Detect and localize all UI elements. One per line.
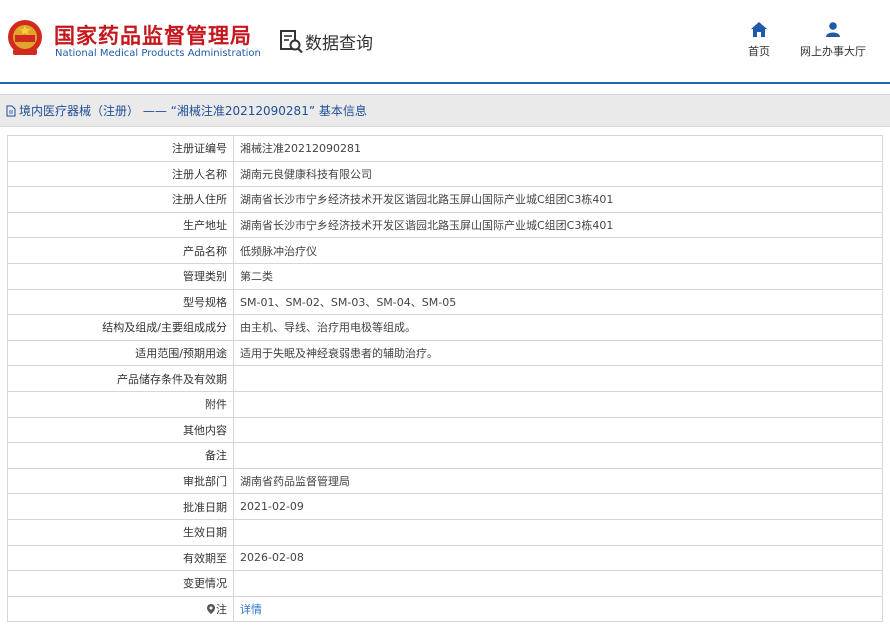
field-label: 管理类别 <box>7 262 234 290</box>
field-label: 产品名称 <box>7 237 234 264</box>
field-value: 2026-02-08 <box>233 544 883 572</box>
field-label: 适用范围/预期用途 <box>7 339 234 367</box>
field-value: 详情 <box>233 595 883 623</box>
field-label: 产品储存条件及有效期 <box>7 365 234 392</box>
field-value: 由主机、导线、治疗用电极等组成。 <box>233 314 883 341</box>
site-name-cn: 国家药品监督管理局 <box>54 24 252 48</box>
field-label: 注册证编号 <box>7 135 234 162</box>
table-row: 适用范围/预期用途 适用于失眠及神经衰弱患者的辅助治疗。 <box>7 339 883 367</box>
table-row: 注册人住所 湖南省长沙市宁乡经济技术开发区谐园北路玉屏山国际产业城C组团C3栋40… <box>7 186 883 213</box>
table-row: 管理类别 第二类 <box>7 262 883 290</box>
field-value: 2021-02-09 <box>233 493 883 520</box>
table-row-note: 注 详情 <box>7 595 883 623</box>
table-row: 结构及组成/主要组成成分 由主机、导线、治疗用电极等组成。 <box>7 314 883 341</box>
table-row: 注册人名称 湖南元良健康科技有限公司 <box>7 160 883 188</box>
record-title-bar: 境内医疗器械（注册） —— “湘械注准20212090281” 基本信息 <box>0 94 890 127</box>
data-query-icon <box>280 30 303 54</box>
field-label: 审批部门 <box>7 467 234 495</box>
field-value: 湖南省药品监督管理局 <box>233 467 883 495</box>
note-label: 注 <box>216 602 227 616</box>
field-value: 低频脉冲治疗仪 <box>233 237 883 264</box>
field-value <box>233 390 883 418</box>
table-row: 有效期至 2026-02-08 <box>7 544 883 572</box>
field-label: 注 <box>7 595 234 623</box>
field-label: 批准日期 <box>7 493 234 520</box>
nav-online-service[interactable]: 网上办事大厅 <box>798 22 868 59</box>
field-value <box>233 365 883 392</box>
field-label: 变更情况 <box>7 570 234 597</box>
table-row: 其他内容 <box>7 416 883 444</box>
field-label: 注册人住所 <box>7 186 234 213</box>
field-value <box>233 518 883 546</box>
table-row: 批准日期 2021-02-09 <box>7 493 883 520</box>
field-label: 有效期至 <box>7 544 234 572</box>
table-row: 生效日期 <box>7 518 883 546</box>
field-label: 生产地址 <box>7 211 234 239</box>
table-row: 附件 <box>7 390 883 418</box>
field-value <box>233 442 883 469</box>
field-value: 湘械注准20212090281 <box>233 135 883 162</box>
field-label: 型号规格 <box>7 288 234 316</box>
field-value: 湖南元良健康科技有限公司 <box>233 160 883 188</box>
record-title: 境内医疗器械（注册） —— “湘械注准20212090281” 基本信息 <box>19 104 367 118</box>
details-link[interactable]: 详情 <box>240 603 262 616</box>
table-row: 审批部门 湖南省药品监督管理局 <box>7 467 883 495</box>
field-value: 第二类 <box>233 262 883 290</box>
field-value <box>233 416 883 444</box>
table-row: 备注 <box>7 442 883 469</box>
table-row: 型号规格 SM-01、SM-02、SM-03、SM-04、SM-05 <box>7 288 883 316</box>
nav-online-service-label: 网上办事大厅 <box>800 45 866 58</box>
table-row: 变更情况 <box>7 570 883 597</box>
field-label: 备注 <box>7 442 234 469</box>
document-icon <box>6 105 16 116</box>
table-row: 产品名称 低频脉冲治疗仪 <box>7 237 883 264</box>
location-pin-icon <box>207 603 215 614</box>
national-emblem-icon <box>8 20 42 55</box>
field-label: 其他内容 <box>7 416 234 444</box>
field-label: 生效日期 <box>7 518 234 546</box>
site-name-en: National Medical Products Administration <box>55 48 261 59</box>
field-value: 湖南省长沙市宁乡经济技术开发区谐园北路玉屏山国际产业城C组团C3栋401 <box>233 211 883 239</box>
field-value: 适用于失眠及神经衰弱患者的辅助治疗。 <box>233 339 883 367</box>
field-label: 结构及组成/主要组成成分 <box>7 314 234 341</box>
nav-home[interactable]: 首页 <box>744 22 774 59</box>
field-label: 附件 <box>7 390 234 418</box>
data-query-label: 数据查询 <box>305 34 373 54</box>
person-icon <box>826 22 840 37</box>
field-value: SM-01、SM-02、SM-03、SM-04、SM-05 <box>233 288 883 316</box>
record-detail-table: 注册证编号 湘械注准20212090281 注册人名称 湖南元良健康科技有限公司 注册人… <box>7 135 883 623</box>
nav-home-label: 首页 <box>748 45 770 58</box>
home-icon <box>751 22 767 37</box>
field-label: 注册人名称 <box>7 160 234 188</box>
table-row: 注册证编号 湘械注准20212090281 <box>7 135 883 162</box>
site-header: 国家药品监督管理局 National Medical Products Admi… <box>0 0 890 84</box>
field-value <box>233 570 883 597</box>
table-row: 生产地址 湖南省长沙市宁乡经济技术开发区谐园北路玉屏山国际产业城C组团C3栋401 <box>7 211 883 239</box>
table-row: 产品储存条件及有效期 <box>7 365 883 392</box>
field-value: 湖南省长沙市宁乡经济技术开发区谐园北路玉屏山国际产业城C组团C3栋401 <box>233 186 883 213</box>
